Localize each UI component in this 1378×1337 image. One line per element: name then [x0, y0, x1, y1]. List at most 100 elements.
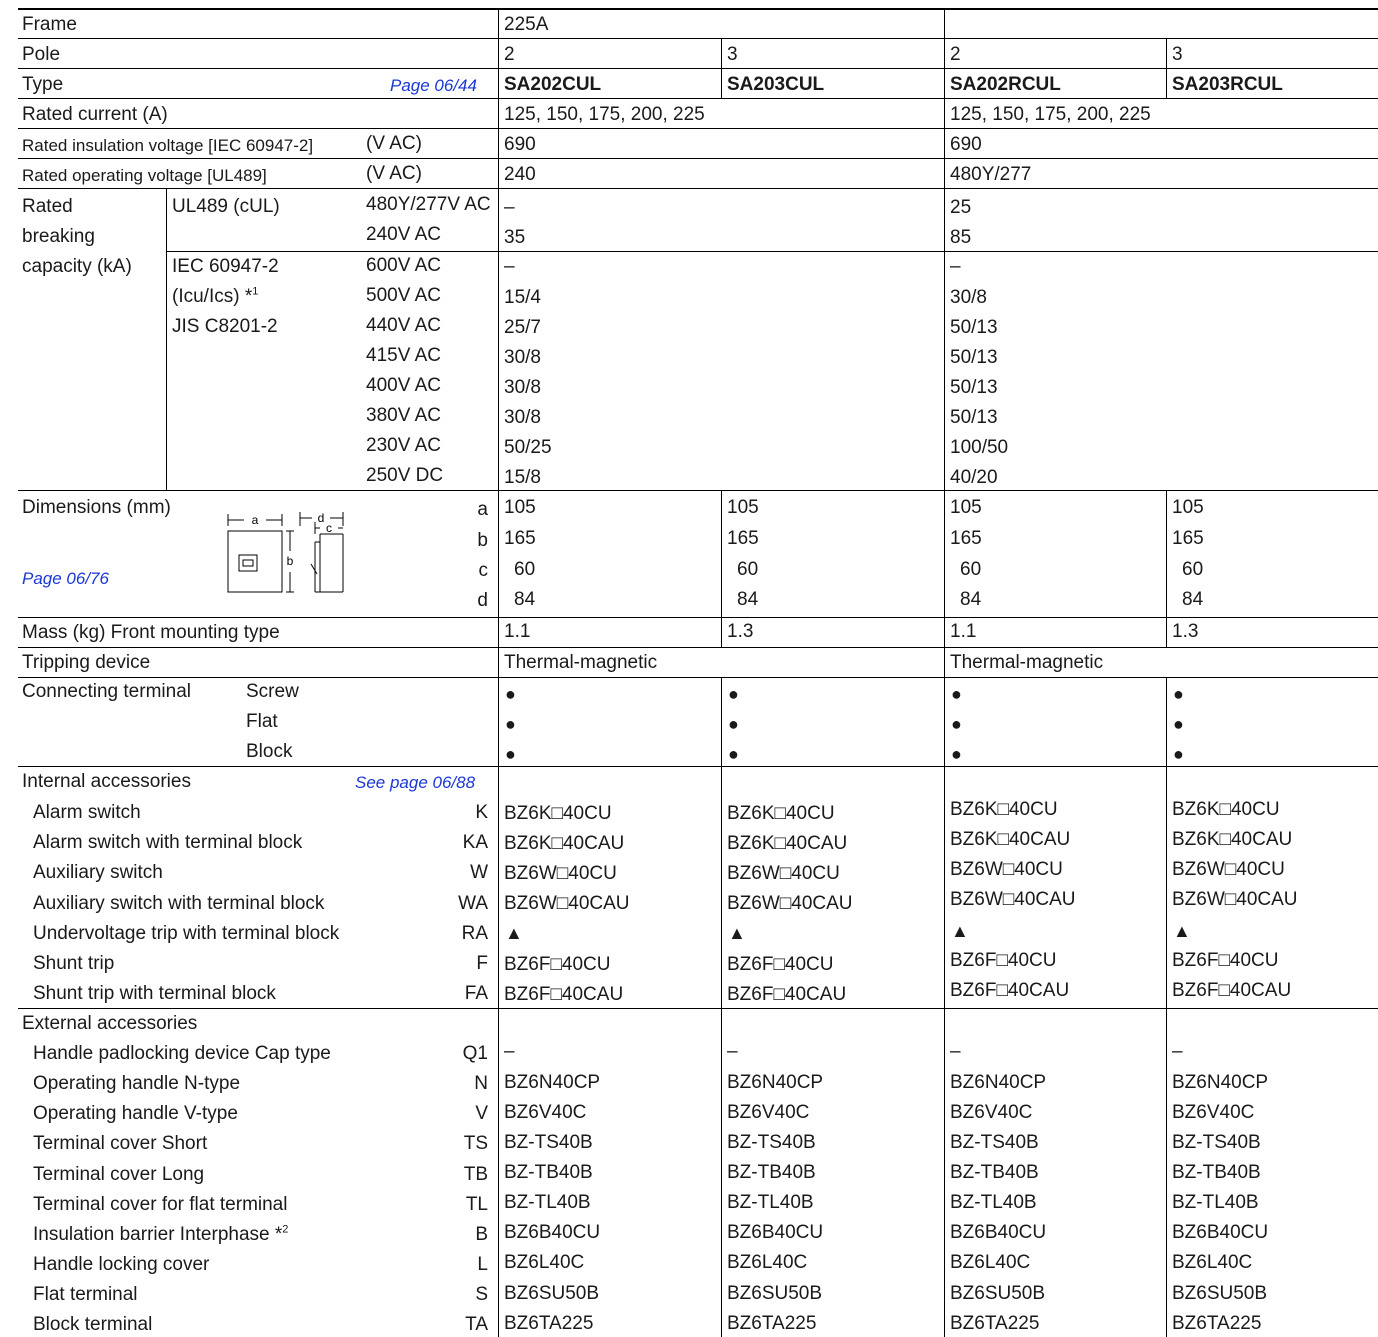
type-value: SA202RCUL [950, 74, 1061, 95]
breaking-voltage: 380V AC [366, 405, 441, 426]
accessory-code: TB [463, 1164, 488, 1185]
rated-current-label: Rated current (A) [22, 104, 168, 125]
rule [18, 158, 1378, 159]
accessory-name: Operating handle N-type [33, 1073, 241, 1094]
accessory-part: BZ-TS40B [504, 1132, 593, 1153]
accessory-name: Terminal cover Long [33, 1164, 205, 1185]
rule [18, 766, 1378, 767]
rule [18, 98, 1378, 99]
mass-value: 1.1 [950, 621, 977, 642]
operating-voltage-value: 480Y/277 [950, 164, 1032, 185]
rule [18, 128, 1378, 129]
breaking-value: 85 [950, 227, 972, 248]
tripping-value: Thermal-magnetic [504, 652, 658, 673]
dimension-value: 105 [950, 497, 982, 518]
accessory-part: BZ6B40CU [950, 1222, 1047, 1243]
iec-label: (Icu/Ics) *1 [172, 285, 259, 307]
internal-accessories-page-link[interactable]: See page 06/88 [355, 772, 475, 794]
dimension-value: 60 [737, 559, 759, 580]
accessory-part: BZ6W□40CU [504, 863, 617, 884]
pole-value: 3 [1172, 44, 1183, 65]
accessory-part: BZ6V40C [950, 1102, 1033, 1123]
insulation-voltage-unit: (V AC) [366, 133, 422, 154]
breaking-value: 50/13 [950, 377, 998, 398]
type-value: SA203RCUL [1172, 74, 1283, 95]
accessory-part: BZ6L40C [727, 1252, 808, 1273]
breaking-voltage: 415V AC [366, 345, 441, 366]
accessory-code: N [474, 1073, 488, 1094]
diagram-label-a: a [252, 513, 259, 527]
accessory-part: BZ6W□40CAU [727, 893, 853, 914]
accessory-part: BZ6K□40CAU [504, 833, 625, 854]
accessory-part: BZ6W□40CU [727, 863, 840, 884]
accessory-part: BZ6TA225 [504, 1313, 594, 1334]
breaking-voltage: 480Y/277V AC [366, 194, 491, 215]
type-label: Type [22, 74, 64, 95]
accessory-part: BZ-TL40B [504, 1192, 591, 1213]
operating-voltage-unit: (V AC) [366, 163, 422, 184]
accessory-part: BZ6F□40CAU [727, 984, 847, 1005]
accessory-part: BZ6TA225 [727, 1313, 817, 1334]
col-divider [166, 188, 167, 490]
breaking-voltage: 240V AC [366, 224, 441, 245]
dimension-value: 105 [1172, 497, 1204, 518]
accessory-part: BZ6V40C [1172, 1102, 1255, 1123]
dimension-value: 84 [737, 589, 759, 610]
accessory-part: BZ6SU50B [1172, 1283, 1268, 1304]
accessory-part: BZ6W□40CAU [1172, 889, 1298, 910]
accessory-part: BZ6B40CU [727, 1222, 824, 1243]
breaking-value: 25/7 [504, 317, 541, 338]
accessory-part: BZ6K□40CU [504, 803, 612, 824]
terminal-label: Connecting terminal [22, 681, 191, 702]
accessory-part: BZ6K□40CAU [1172, 829, 1293, 850]
terminal-mark: ● [505, 744, 516, 764]
accessory-name: Auxiliary switch with terminal block [33, 893, 325, 914]
accessory-part: BZ6L40C [504, 1252, 585, 1273]
accessory-code: K [475, 802, 488, 823]
diagram-label-c: c [326, 521, 332, 535]
accessory-name: Auxiliary switch [33, 862, 163, 883]
accessory-part: BZ-TS40B [950, 1132, 1039, 1153]
accessory-mark: ▲ [951, 921, 969, 941]
dimensions-page-link[interactable]: Page 06/76 [22, 568, 109, 590]
mass-value: 1.1 [504, 621, 531, 642]
accessory-part: BZ6F□40CU [727, 954, 834, 975]
terminal-type: Flat [246, 711, 278, 732]
terminal-mark: ● [951, 714, 962, 734]
accessory-part: BZ-TL40B [1172, 1192, 1259, 1213]
accessory-part: BZ6F□40CAU [1172, 980, 1292, 1001]
accessory-part: BZ6F□40CU [504, 954, 611, 975]
breaking-value: 35 [504, 227, 526, 248]
dimension-key: a [477, 499, 488, 520]
dimensions-diagram: a b c d [227, 512, 344, 593]
terminal-mark: ● [728, 744, 739, 764]
dimension-value: 105 [504, 497, 536, 518]
accessory-part: – [950, 1041, 961, 1062]
accessory-part: BZ-TB40B [950, 1162, 1039, 1183]
terminal-mark: ● [1173, 714, 1184, 734]
accessory-part: BZ-TB40B [504, 1162, 593, 1183]
pole-value: 2 [950, 44, 961, 65]
accessory-part: – [727, 1041, 738, 1062]
rule [18, 677, 1378, 678]
dimension-value: 84 [514, 589, 536, 610]
type-page-link[interactable]: Page 06/44 [390, 75, 477, 97]
terminal-type: Screw [246, 681, 299, 702]
breaking-value: 30/8 [504, 377, 541, 398]
accessory-code: F [476, 953, 488, 974]
col-divider [1166, 677, 1167, 1337]
type-value: SA202CUL [504, 74, 602, 95]
dimensions-label: Dimensions (mm) [22, 497, 171, 518]
accessory-name: Flat terminal [33, 1284, 138, 1305]
dimension-value: 60 [514, 559, 536, 580]
iec-label: IEC 60947-2 [172, 256, 279, 277]
external-accessories-label: External accessories [22, 1013, 198, 1034]
accessory-part: BZ6V40C [504, 1102, 587, 1123]
accessory-mark: ▲ [505, 923, 523, 943]
accessory-code: TS [463, 1133, 488, 1154]
dimension-value: 84 [960, 589, 982, 610]
terminal-mark: ● [728, 684, 739, 704]
col-divider [1166, 490, 1167, 647]
accessory-part: BZ6F□40CAU [950, 980, 1070, 1001]
accessory-name: Terminal cover for flat terminal [33, 1194, 288, 1215]
